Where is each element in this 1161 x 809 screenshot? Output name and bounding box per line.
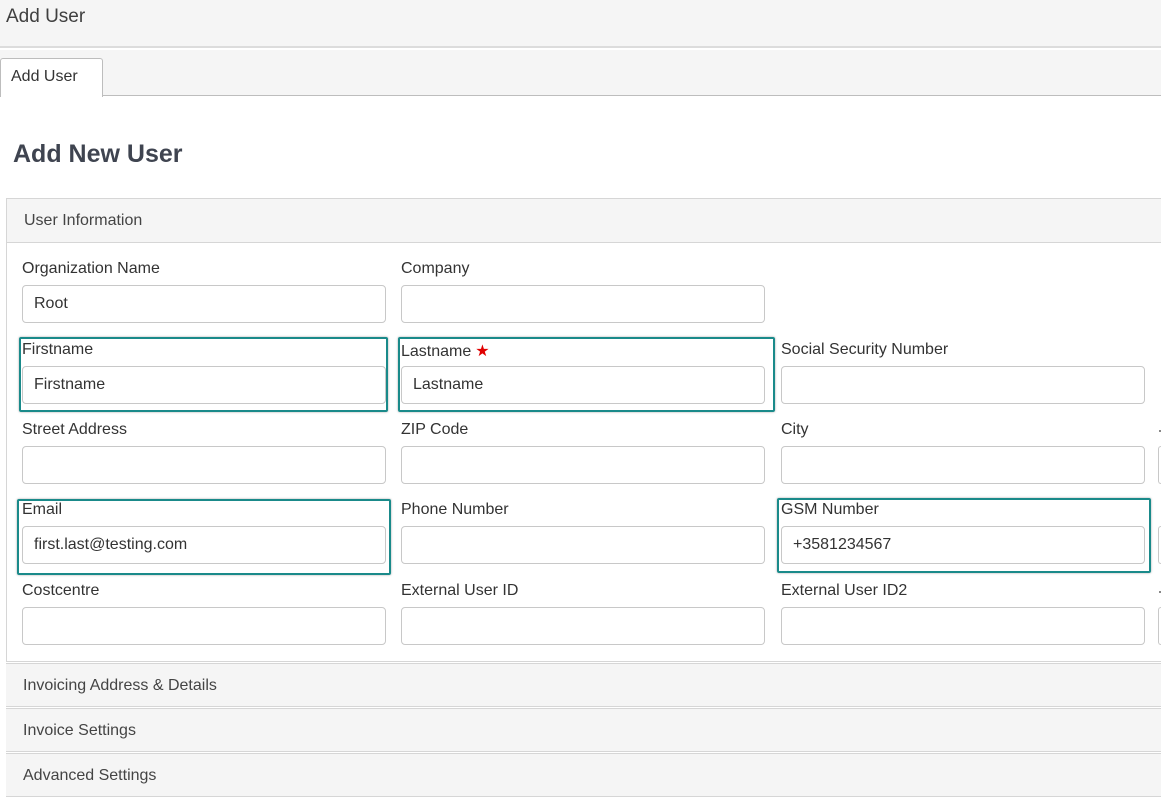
section-label: Invoice Settings xyxy=(23,722,136,739)
organization-name-input[interactable] xyxy=(22,285,386,323)
phone-number-input[interactable] xyxy=(401,526,765,564)
external-user-id-label: External User ID xyxy=(401,582,519,599)
section-invoice-settings[interactable]: Invoice Settings xyxy=(6,708,1161,752)
company-label: Company xyxy=(401,260,470,277)
phone-number-label: Phone Number xyxy=(401,501,509,518)
section-invoicing-address-details[interactable]: Invoicing Address & Details xyxy=(6,663,1161,707)
page-title: Add New User xyxy=(13,140,183,168)
window-title: Add User xyxy=(6,6,86,27)
user-information-title: User Information xyxy=(24,212,143,229)
social-security-number-label: Social Security Number xyxy=(781,341,949,358)
firstname-highlight-box xyxy=(19,337,388,412)
zip-code-input[interactable] xyxy=(401,446,765,484)
street-address-label: Street Address xyxy=(22,421,127,438)
window-titlebar: Add User xyxy=(0,0,1161,48)
tab-label: Add User xyxy=(11,68,78,85)
tab-strip: Add User xyxy=(0,50,1161,97)
external-user-id-input[interactable] xyxy=(401,607,765,645)
social-security-number-input[interactable] xyxy=(781,366,1145,404)
section-label: Invoicing Address & Details xyxy=(23,677,217,694)
lastname-highlight-box xyxy=(398,337,775,412)
organization-name-label: Organization Name xyxy=(22,260,160,277)
email-highlight-box xyxy=(17,499,391,575)
zip-code-label: ZIP Code xyxy=(401,421,469,438)
costcentre-label: Costcentre xyxy=(22,582,100,599)
street-address-input[interactable] xyxy=(22,446,386,484)
section-label: Advanced Settings xyxy=(23,767,157,784)
external-user-id2-input[interactable] xyxy=(781,607,1145,645)
city-input[interactable] xyxy=(781,446,1145,484)
gsm-number-highlight-box xyxy=(777,498,1151,573)
external-user-id2-label: External User ID2 xyxy=(781,582,908,599)
tab-add-user[interactable]: Add User xyxy=(0,58,103,97)
city-label: City xyxy=(781,421,809,438)
user-information-panel: User Information xyxy=(6,198,1161,662)
user-information-header[interactable]: User Information xyxy=(7,199,1161,243)
costcentre-input[interactable] xyxy=(22,607,386,645)
section-advanced-settings[interactable]: Advanced Settings xyxy=(6,753,1161,797)
company-input[interactable] xyxy=(401,285,765,323)
